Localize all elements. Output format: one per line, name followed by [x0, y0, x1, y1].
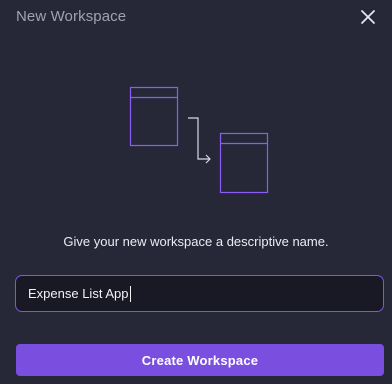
create-workspace-button[interactable]: Create Workspace: [16, 344, 384, 376]
close-button[interactable]: [356, 5, 380, 29]
dialog-title: New Workspace: [16, 8, 127, 25]
workspace-name-value[interactable]: Expense List App: [28, 286, 128, 302]
text-caret: [130, 285, 132, 302]
new-workspace-dialog: New Workspace Give your new workspace a …: [0, 0, 392, 384]
workspace-name-input[interactable]: Expense List App: [15, 275, 384, 312]
dialog-prompt: Give your new workspace a descriptive na…: [63, 234, 329, 249]
close-icon: [361, 10, 375, 24]
workspace-illustration-icon: [129, 86, 269, 194]
